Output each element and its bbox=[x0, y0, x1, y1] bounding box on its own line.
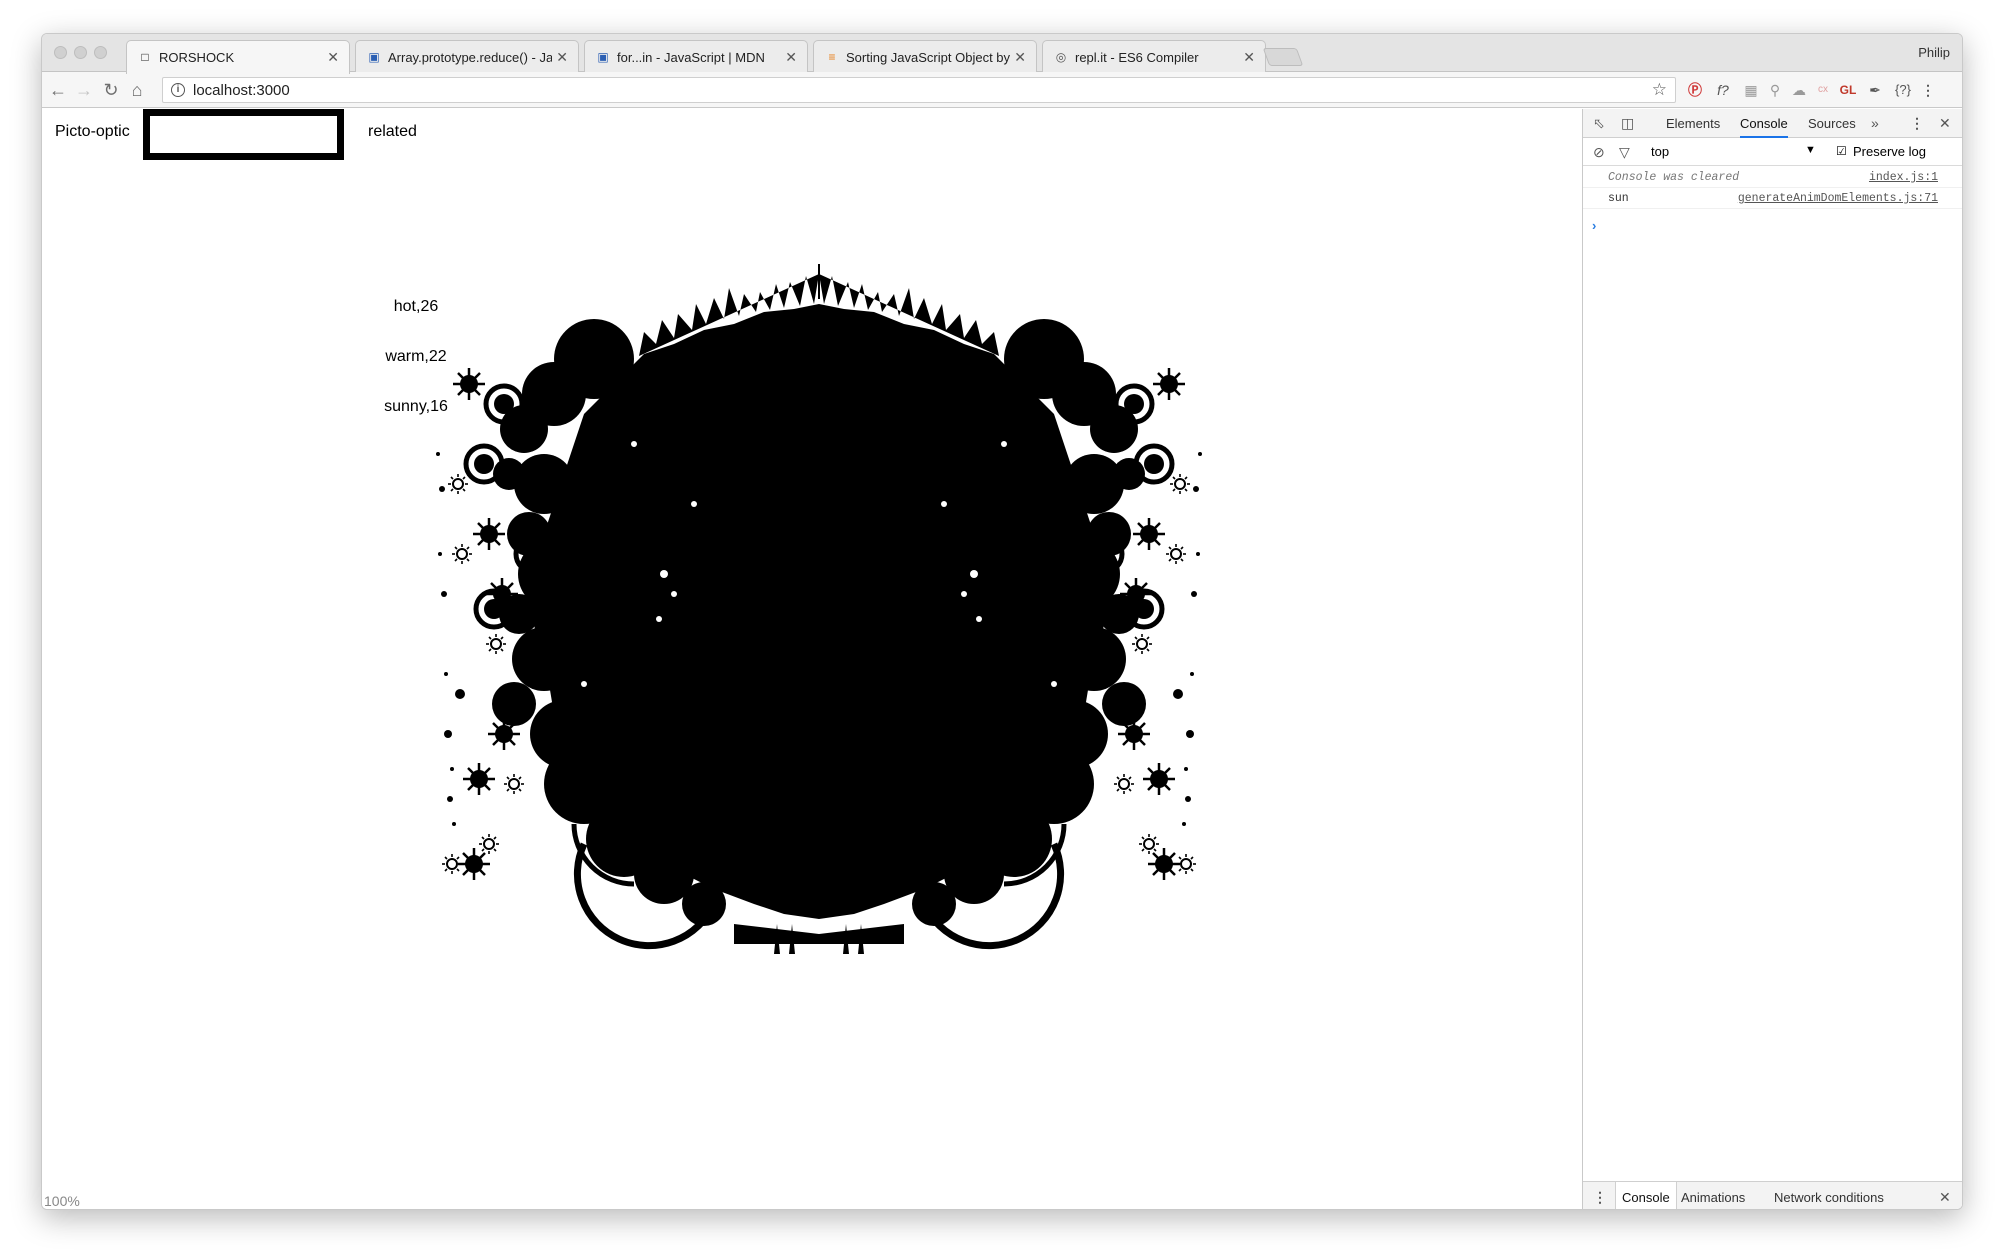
preserve-log-checkbox[interactable]: ☑ bbox=[1836, 144, 1847, 158]
close-icon[interactable]: ✕ bbox=[1014, 49, 1026, 65]
tab-elements[interactable]: Elements bbox=[1666, 116, 1720, 131]
devtools-drawer: ⋮ Console Animations Network conditions … bbox=[1583, 1181, 1962, 1209]
tab-for-in[interactable]: ▣ for...in - JavaScript | MDN ✕ bbox=[584, 40, 808, 73]
devtools-panel: ⬁ ◫ Elements Console Sources » ⋮ ✕ ⊘ ▽ t… bbox=[1582, 109, 1962, 1209]
console-message: sun generateAnimDomElements.js:71 bbox=[1583, 188, 1962, 209]
home-icon[interactable]: ⌂ bbox=[126, 79, 148, 101]
minimize-window-button[interactable] bbox=[74, 46, 87, 59]
tab-sources[interactable]: Sources bbox=[1808, 116, 1856, 131]
close-icon[interactable]: ✕ bbox=[556, 49, 568, 65]
page-icon: □ bbox=[141, 50, 149, 64]
tab-strip: □ RORSHOCK ✕ ▣ Array.prototype.reduce() … bbox=[42, 34, 1962, 74]
tab-replit[interactable]: ◎ repl.it - ES6 Compiler ✕ bbox=[1042, 40, 1266, 73]
console-prompt-icon[interactable]: › bbox=[1592, 218, 1596, 233]
new-tab-button[interactable] bbox=[1262, 48, 1304, 66]
console-filter-bar: ⊘ ▽ top ▼ ☑ Preserve log bbox=[1583, 138, 1962, 166]
mdn-icon: ▣ bbox=[368, 50, 380, 64]
pinterest-extension-icon[interactable]: Ⓟ bbox=[1685, 80, 1705, 100]
tab-title: for...in - JavaScript | MDN bbox=[617, 50, 765, 65]
tab-sorting-object[interactable]: ≡ Sorting JavaScript Object by property … bbox=[813, 40, 1037, 73]
console-source-link[interactable]: index.js:1 bbox=[1869, 171, 1938, 184]
browser-window: □ RORSHOCK ✕ ▣ Array.prototype.reduce() … bbox=[41, 33, 1963, 1210]
console-message: Console was cleared index.js:1 bbox=[1583, 167, 1962, 188]
zoom-level: 100% bbox=[44, 1193, 80, 1209]
close-icon[interactable]: ✕ bbox=[785, 49, 797, 65]
more-tabs-icon[interactable]: » bbox=[1871, 114, 1879, 132]
url-text: localhost:3000 bbox=[193, 82, 290, 99]
close-icon[interactable]: ✕ bbox=[1243, 49, 1255, 65]
clear-console-icon[interactable]: ⊘ bbox=[1593, 143, 1605, 161]
drawer-tab-console[interactable]: Console bbox=[1615, 1182, 1677, 1209]
browser-toolbar: ← → ↻ ⌂ i localhost:3000 ☆ Ⓟ f? ▦ ⚲ ☁ cx… bbox=[42, 72, 1962, 108]
address-bar[interactable]: i localhost:3000 ☆ bbox=[162, 77, 1676, 103]
drawer-tab-network-conditions[interactable]: Network conditions bbox=[1774, 1190, 1884, 1205]
cloud-extension-icon[interactable]: ☁ bbox=[1789, 80, 1809, 100]
extension-icon[interactable]: ⚲ bbox=[1765, 80, 1785, 100]
tab-title: repl.it - ES6 Compiler bbox=[1075, 50, 1199, 65]
inspect-element-icon[interactable]: ⬁ bbox=[1593, 114, 1605, 132]
menu-icon[interactable]: ⋮ bbox=[1921, 80, 1935, 100]
search-input[interactable] bbox=[143, 109, 344, 160]
devtools-menu-icon[interactable]: ⋮ bbox=[1910, 114, 1924, 132]
close-devtools-icon[interactable]: ✕ bbox=[1939, 114, 1951, 132]
forward-icon[interactable]: → bbox=[73, 79, 95, 101]
drawer-menu-icon[interactable]: ⋮ bbox=[1593, 1188, 1607, 1206]
devtools-tabbar: ⬁ ◫ Elements Console Sources » ⋮ ✕ bbox=[1583, 109, 1962, 138]
dropdown-arrow-icon[interactable]: ▼ bbox=[1805, 144, 1816, 156]
console-source-link[interactable]: generateAnimDomElements.js:71 bbox=[1738, 192, 1938, 205]
mdn-icon: ▣ bbox=[597, 50, 609, 64]
tab-rorshock[interactable]: □ RORSHOCK ✕ bbox=[126, 40, 350, 74]
grid-extension-icon[interactable]: ▦ bbox=[1741, 80, 1761, 100]
eyedropper-extension-icon[interactable]: ✒ bbox=[1865, 80, 1885, 100]
info-icon[interactable]: i bbox=[171, 83, 185, 97]
json-extension-icon[interactable]: {?} bbox=[1891, 80, 1915, 100]
tab-title: RORSHOCK bbox=[159, 50, 235, 65]
device-toolbar-icon[interactable]: ◫ bbox=[1621, 114, 1634, 132]
reload-icon[interactable]: ↻ bbox=[100, 79, 122, 101]
tab-array-reduce[interactable]: ▣ Array.prototype.reduce() - JavaScript … bbox=[355, 40, 579, 73]
stackoverflow-icon: ≡ bbox=[828, 50, 836, 64]
context-selector[interactable]: top bbox=[1651, 144, 1669, 159]
page-title: Picto-optic bbox=[55, 123, 130, 140]
close-drawer-icon[interactable]: ✕ bbox=[1939, 1188, 1951, 1206]
tab-console[interactable]: Console bbox=[1740, 116, 1788, 138]
function-extension-icon[interactable]: f? bbox=[1713, 80, 1733, 100]
filter-icon[interactable]: ▽ bbox=[1619, 143, 1630, 161]
drawer-tab-animations[interactable]: Animations bbox=[1681, 1190, 1745, 1205]
tab-title: Array.prototype.reduce() - JavaScript | … bbox=[388, 50, 552, 65]
page-viewport: Picto-optic related hot,26 warm,22 sunny… bbox=[42, 109, 1582, 1209]
maximize-window-button[interactable] bbox=[94, 46, 107, 59]
preserve-log-label: Preserve log bbox=[1853, 144, 1926, 159]
inkblot-image bbox=[434, 264, 1204, 954]
tab-title: Sorting JavaScript Object by property va… bbox=[846, 50, 1010, 65]
back-icon[interactable]: ← bbox=[47, 79, 69, 101]
console-message-text: sun bbox=[1608, 192, 1629, 205]
close-window-button[interactable] bbox=[54, 46, 67, 59]
profile-name[interactable]: Philip bbox=[1918, 45, 1950, 60]
gl-extension-icon[interactable]: GL bbox=[1837, 80, 1859, 100]
bookmark-star-icon[interactable]: ☆ bbox=[1652, 80, 1667, 100]
related-label: related bbox=[368, 123, 417, 140]
close-icon[interactable]: ✕ bbox=[327, 49, 339, 65]
cx-extension-icon[interactable]: cx bbox=[1813, 80, 1833, 100]
replit-icon: ◎ bbox=[1055, 50, 1067, 64]
console-message-text: Console was cleared bbox=[1608, 171, 1740, 184]
